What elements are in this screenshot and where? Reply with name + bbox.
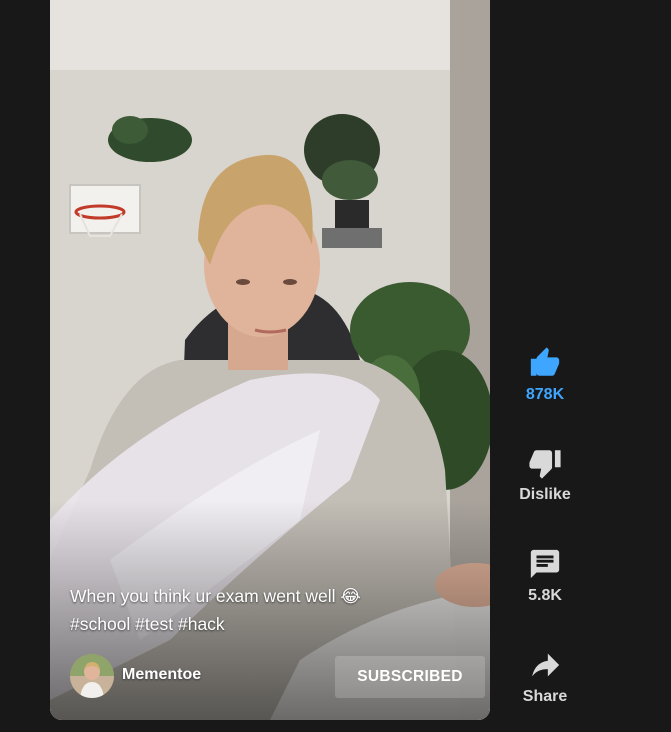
channel-row: Mementoe SUBSCRIBED — [70, 654, 485, 698]
share-label: Share — [522, 688, 568, 705]
channel-avatar[interactable] — [70, 654, 114, 698]
like-button[interactable]: 878K — [505, 346, 585, 404]
dislike-label: Dislike — [519, 486, 571, 503]
shorts-page: When you think ur exam went well 😂 #scho… — [0, 0, 671, 732]
video-title: When you think ur exam went well 😂 — [70, 586, 361, 606]
thumbs-up-icon — [530, 347, 560, 376]
comment-count: 5.8K — [528, 587, 562, 604]
dislike-button[interactable]: Dislike — [505, 446, 585, 504]
video-caption: When you think ur exam went well 😂 #scho… — [70, 582, 470, 638]
shorts-video-player[interactable]: When you think ur exam went well 😂 #scho… — [50, 0, 490, 720]
share-button[interactable]: Share — [505, 648, 585, 706]
share-arrow-icon — [532, 653, 560, 677]
thumbs-down-icon — [529, 450, 561, 479]
video-hashtags[interactable]: #school #test #hack — [70, 610, 470, 638]
subscribed-button[interactable]: SUBSCRIBED — [335, 656, 485, 698]
channel-name[interactable]: Mementoe — [122, 666, 201, 684]
comment-icon — [530, 549, 560, 579]
like-count: 878K — [525, 386, 565, 403]
comments-button[interactable]: 5.8K — [505, 547, 585, 605]
avatar-image — [70, 654, 114, 698]
